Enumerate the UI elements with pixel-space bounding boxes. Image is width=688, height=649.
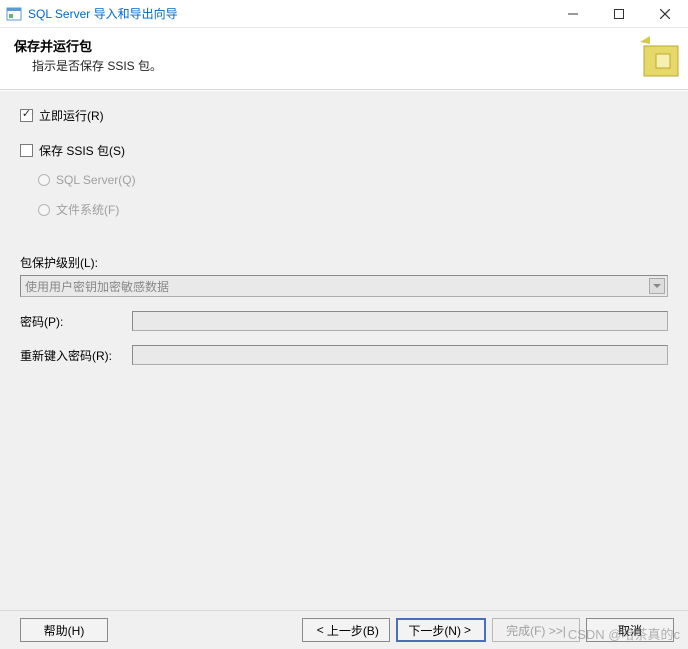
maximize-button[interactable]	[596, 0, 642, 28]
close-button[interactable]	[642, 0, 688, 28]
next-button[interactable]: 下一步(N) >	[396, 618, 486, 642]
run-immediately-label: 立即运行(R)	[39, 107, 104, 124]
back-button[interactable]: < 上一步(B)	[302, 618, 390, 642]
cancel-button-label: 取消	[618, 622, 642, 639]
save-ssis-label: 保存 SSIS 包(S)	[39, 142, 125, 159]
protection-level-label: 包保护级别(L):	[20, 254, 668, 271]
cancel-button[interactable]: 取消	[586, 618, 674, 642]
wizard-footer: 帮助(H) < 上一步(B) 下一步(N) > 完成(F) >>| 取消	[0, 610, 688, 649]
radio-icon	[38, 204, 50, 216]
finish-button-label: 完成(F) >>|	[506, 622, 566, 639]
protection-level-dropdown: 使用用户密钥加密敏感数据	[20, 275, 668, 297]
chevron-right-icon: >	[464, 623, 471, 637]
chevron-left-icon: <	[317, 623, 324, 637]
app-icon	[6, 6, 22, 22]
page-subtitle: 指示是否保存 SSIS 包。	[32, 57, 676, 74]
password-row: 密码(P):	[20, 311, 668, 331]
retype-password-input	[132, 345, 668, 365]
content-area: 立即运行(R) 保存 SSIS 包(S) SQL Server(Q) 文件系统(…	[0, 90, 688, 610]
protection-level-value: 使用用户密钥加密敏感数据	[25, 278, 169, 295]
file-system-option: 文件系统(F)	[38, 201, 668, 218]
window-controls	[550, 0, 688, 27]
next-button-label: 下一步(N)	[408, 622, 461, 639]
titlebar: SQL Server 导入和导出向导	[0, 0, 688, 28]
radio-icon	[38, 174, 50, 186]
retype-password-label: 重新键入密码(R):	[20, 347, 132, 364]
help-button[interactable]: 帮助(H)	[20, 618, 108, 642]
finish-button: 完成(F) >>|	[492, 618, 580, 642]
chevron-down-icon	[649, 278, 665, 294]
page-title: 保存并运行包	[14, 36, 676, 55]
run-immediately-option[interactable]: 立即运行(R)	[20, 107, 668, 124]
protection-level-section: 包保护级别(L): 使用用户密钥加密敏感数据	[20, 254, 668, 297]
window-title: SQL Server 导入和导出向导	[28, 5, 178, 22]
password-label: 密码(P):	[20, 313, 132, 330]
package-icon	[636, 34, 688, 86]
file-system-label: 文件系统(F)	[56, 201, 119, 218]
back-button-label: 上一步(B)	[327, 622, 379, 639]
sql-server-label: SQL Server(Q)	[56, 173, 136, 187]
checkbox-icon	[20, 109, 33, 122]
password-input	[132, 311, 668, 331]
checkbox-icon	[20, 144, 33, 157]
wizard-header: 保存并运行包 指示是否保存 SSIS 包。	[0, 28, 688, 90]
sql-server-option: SQL Server(Q)	[38, 173, 668, 187]
help-button-label: 帮助(H)	[44, 622, 85, 639]
save-ssis-option[interactable]: 保存 SSIS 包(S)	[20, 142, 668, 159]
retype-password-row: 重新键入密码(R):	[20, 345, 668, 365]
minimize-button[interactable]	[550, 0, 596, 28]
